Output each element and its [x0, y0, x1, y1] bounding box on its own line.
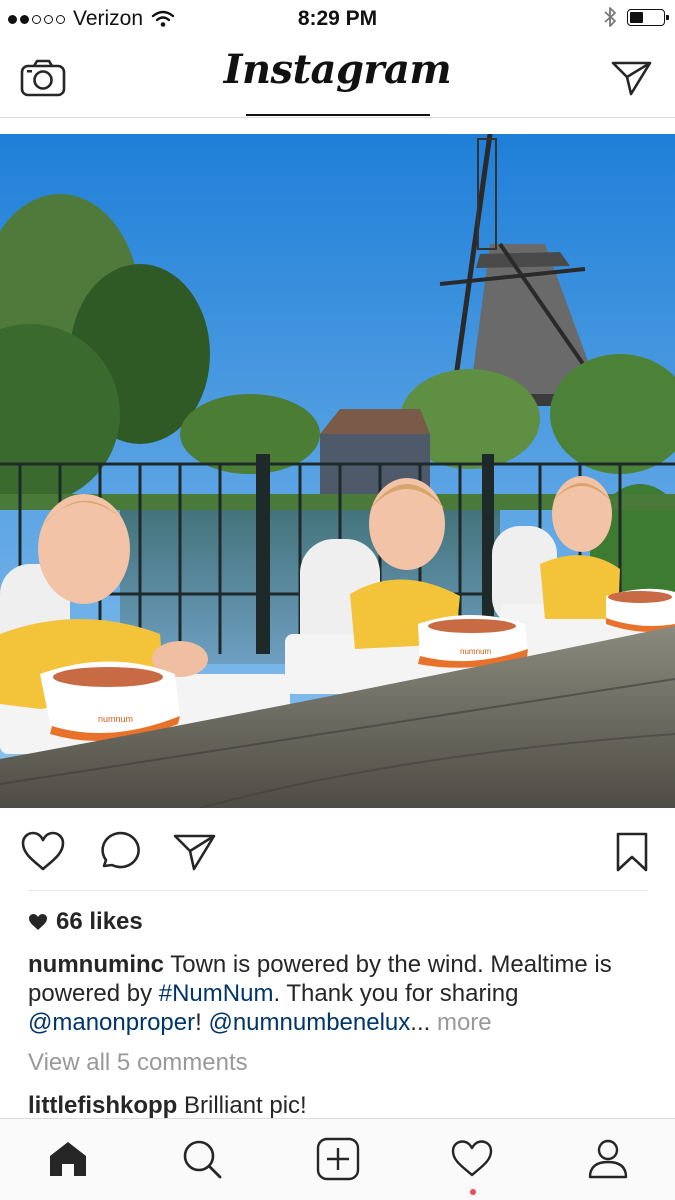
caption-text-2: . Thank you for sharing	[273, 980, 519, 1007]
like-count[interactable]: 66 likes	[28, 908, 143, 936]
heart-icon	[21, 831, 65, 871]
tab-home[interactable]	[40, 1131, 96, 1187]
photo-scene: numnum numnum	[0, 134, 675, 808]
status-time: 8:29 PM	[297, 7, 378, 30]
home-icon	[50, 1142, 86, 1176]
search-icon	[183, 1140, 222, 1179]
battery-icon	[627, 8, 669, 26]
tab-activity[interactable]	[444, 1131, 500, 1187]
activity-notification-dot	[470, 1189, 476, 1195]
view-all-comments-link[interactable]: View all 5 comments	[28, 1049, 248, 1077]
caption-text-3: !	[195, 1009, 202, 1036]
bluetooth-icon	[604, 7, 616, 27]
caption-ellipsis: ...	[410, 1009, 431, 1036]
profile-icon	[588, 1139, 628, 1179]
caption-more-link[interactable]: more	[437, 1009, 492, 1036]
post-caption: numnuminc Town is powered by the wind. M…	[28, 950, 648, 1037]
status-right-group	[603, 6, 669, 28]
save-button[interactable]	[612, 830, 660, 874]
bottom-tab-bar	[0, 1118, 675, 1200]
status-bar: Verizon 8:29 PM	[0, 0, 675, 38]
caption-username[interactable]: numnuminc	[28, 951, 164, 978]
post-action-bar	[0, 822, 675, 882]
logo-underline	[246, 114, 430, 116]
post-photo[interactable]: numnum numnum	[0, 134, 675, 808]
direct-message-icon	[611, 61, 652, 96]
caption-mention-2[interactable]: @numnumbenelux	[208, 1009, 410, 1036]
like-button[interactable]	[20, 830, 68, 874]
filled-heart-icon	[29, 914, 47, 930]
bowl-brand-1: numnum	[98, 714, 133, 724]
comment-icon	[101, 831, 140, 869]
app-header: Instagram	[0, 38, 675, 118]
comment-row: littlefishkopp Brilliant pic!	[28, 1092, 307, 1120]
bowl-brand-2: numnum	[460, 647, 491, 656]
tab-search[interactable]	[174, 1131, 230, 1187]
caption-hashtag[interactable]: #NumNum	[159, 980, 274, 1007]
direct-message-button[interactable]	[610, 58, 658, 98]
share-button[interactable]	[172, 830, 220, 874]
likes-text: 66 likes	[56, 908, 143, 935]
tab-add-post[interactable]	[310, 1131, 366, 1187]
share-icon	[173, 834, 216, 871]
comment-button[interactable]	[96, 830, 144, 874]
add-post-icon	[316, 1137, 360, 1181]
activity-heart-icon	[451, 1140, 493, 1177]
action-divider	[28, 890, 648, 891]
comment-text: Brilliant pic!	[184, 1092, 307, 1119]
tab-profile[interactable]	[580, 1131, 636, 1187]
bookmark-icon	[616, 832, 648, 872]
comment-username[interactable]: littlefishkopp	[28, 1092, 177, 1119]
app-logo: Instagram	[223, 46, 452, 93]
caption-mention-1[interactable]: @manonproper	[28, 1009, 195, 1036]
